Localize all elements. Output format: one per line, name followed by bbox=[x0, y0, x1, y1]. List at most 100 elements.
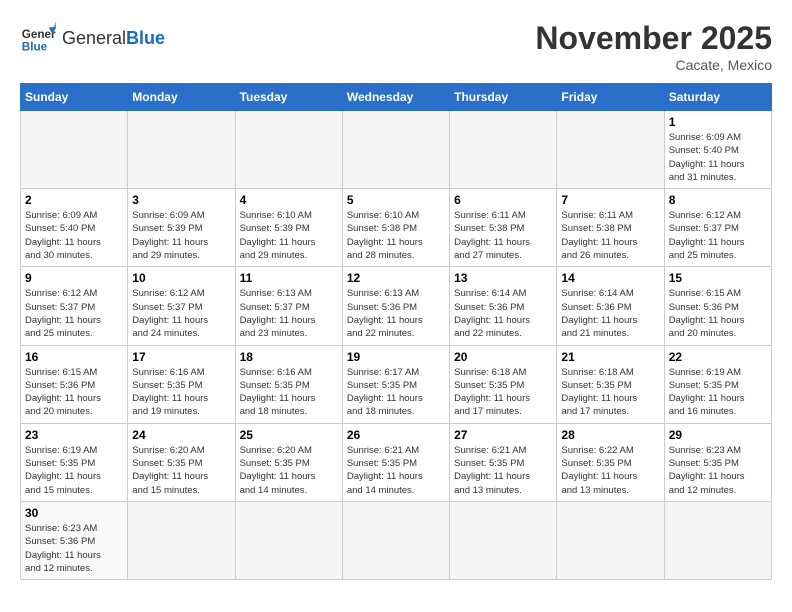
calendar-cell: 12 Sunrise: 6:13 AM Sunset: 5:36 PM Dayli… bbox=[342, 267, 449, 345]
day-info: Sunrise: 6:20 AM Sunset: 5:35 PM Dayligh… bbox=[132, 444, 230, 497]
day-info: Sunrise: 6:14 AM Sunset: 5:36 PM Dayligh… bbox=[561, 287, 659, 340]
day-info: Sunrise: 6:10 AM Sunset: 5:39 PM Dayligh… bbox=[240, 209, 338, 262]
day-number: 30 bbox=[25, 506, 123, 520]
day-number: 1 bbox=[669, 115, 767, 129]
day-info: Sunrise: 6:14 AM Sunset: 5:36 PM Dayligh… bbox=[454, 287, 552, 340]
calendar-cell: 23 Sunrise: 6:19 AM Sunset: 5:35 PM Dayli… bbox=[21, 423, 128, 501]
day-info: Sunrise: 6:12 AM Sunset: 5:37 PM Dayligh… bbox=[669, 209, 767, 262]
calendar-cell bbox=[557, 111, 664, 189]
svg-text:Blue: Blue bbox=[22, 41, 48, 54]
day-number: 21 bbox=[561, 350, 659, 364]
calendar-cell: 19 Sunrise: 6:17 AM Sunset: 5:35 PM Dayli… bbox=[342, 345, 449, 423]
calendar-cell: 2 Sunrise: 6:09 AM Sunset: 5:40 PM Daylig… bbox=[21, 189, 128, 267]
calendar-cell bbox=[450, 111, 557, 189]
day-number: 20 bbox=[454, 350, 552, 364]
day-info: Sunrise: 6:13 AM Sunset: 5:36 PM Dayligh… bbox=[347, 287, 445, 340]
calendar-cell bbox=[342, 501, 449, 579]
day-number: 12 bbox=[347, 271, 445, 285]
calendar-week-row: 1 Sunrise: 6:09 AM Sunset: 5:40 PM Daylig… bbox=[21, 111, 772, 189]
page-header: General Blue GeneralBlue November 2025 C… bbox=[20, 20, 772, 73]
day-info: Sunrise: 6:19 AM Sunset: 5:35 PM Dayligh… bbox=[669, 366, 767, 419]
calendar-cell bbox=[128, 111, 235, 189]
calendar-cell: 18 Sunrise: 6:16 AM Sunset: 5:35 PM Dayli… bbox=[235, 345, 342, 423]
calendar-cell: 9 Sunrise: 6:12 AM Sunset: 5:37 PM Daylig… bbox=[21, 267, 128, 345]
day-info: Sunrise: 6:09 AM Sunset: 5:40 PM Dayligh… bbox=[25, 209, 123, 262]
column-header-monday: Monday bbox=[128, 84, 235, 111]
calendar-cell bbox=[450, 501, 557, 579]
day-info: Sunrise: 6:12 AM Sunset: 5:37 PM Dayligh… bbox=[132, 287, 230, 340]
day-number: 24 bbox=[132, 428, 230, 442]
calendar-cell: 13 Sunrise: 6:14 AM Sunset: 5:36 PM Dayli… bbox=[450, 267, 557, 345]
calendar-week-row: 9 Sunrise: 6:12 AM Sunset: 5:37 PM Daylig… bbox=[21, 267, 772, 345]
day-info: Sunrise: 6:11 AM Sunset: 5:38 PM Dayligh… bbox=[454, 209, 552, 262]
day-number: 29 bbox=[669, 428, 767, 442]
day-info: Sunrise: 6:21 AM Sunset: 5:35 PM Dayligh… bbox=[347, 444, 445, 497]
day-info: Sunrise: 6:11 AM Sunset: 5:38 PM Dayligh… bbox=[561, 209, 659, 262]
calendar-cell: 26 Sunrise: 6:21 AM Sunset: 5:35 PM Dayli… bbox=[342, 423, 449, 501]
day-info: Sunrise: 6:09 AM Sunset: 5:40 PM Dayligh… bbox=[669, 131, 767, 184]
day-number: 19 bbox=[347, 350, 445, 364]
calendar-cell: 1 Sunrise: 6:09 AM Sunset: 5:40 PM Daylig… bbox=[664, 111, 771, 189]
day-info: Sunrise: 6:18 AM Sunset: 5:35 PM Dayligh… bbox=[561, 366, 659, 419]
calendar-cell: 8Sunrise: 6:12 AM Sunset: 5:37 PM Daylig… bbox=[664, 189, 771, 267]
column-header-thursday: Thursday bbox=[450, 84, 557, 111]
day-number: 13 bbox=[454, 271, 552, 285]
calendar-cell bbox=[235, 501, 342, 579]
day-info: Sunrise: 6:17 AM Sunset: 5:35 PM Dayligh… bbox=[347, 366, 445, 419]
day-number: 25 bbox=[240, 428, 338, 442]
calendar-cell bbox=[21, 111, 128, 189]
day-info: Sunrise: 6:15 AM Sunset: 5:36 PM Dayligh… bbox=[669, 287, 767, 340]
calendar-cell: 16Sunrise: 6:15 AM Sunset: 5:36 PM Dayli… bbox=[21, 345, 128, 423]
logo: General Blue GeneralBlue bbox=[20, 20, 165, 56]
calendar-cell: 7 Sunrise: 6:11 AM Sunset: 5:38 PM Daylig… bbox=[557, 189, 664, 267]
day-info: Sunrise: 6:19 AM Sunset: 5:35 PM Dayligh… bbox=[25, 444, 123, 497]
day-info: Sunrise: 6:21 AM Sunset: 5:35 PM Dayligh… bbox=[454, 444, 552, 497]
calendar-cell bbox=[664, 501, 771, 579]
day-info: Sunrise: 6:16 AM Sunset: 5:35 PM Dayligh… bbox=[132, 366, 230, 419]
column-header-saturday: Saturday bbox=[664, 84, 771, 111]
day-number: 9 bbox=[25, 271, 123, 285]
calendar-cell: 22 Sunrise: 6:19 AM Sunset: 5:35 PM Dayli… bbox=[664, 345, 771, 423]
day-info: Sunrise: 6:15 AM Sunset: 5:36 PM Dayligh… bbox=[25, 366, 123, 419]
day-number: 18 bbox=[240, 350, 338, 364]
calendar-cell: 5Sunrise: 6:10 AM Sunset: 5:38 PM Daylig… bbox=[342, 189, 449, 267]
day-number: 7 bbox=[561, 193, 659, 207]
day-number: 17 bbox=[132, 350, 230, 364]
column-header-sunday: Sunday bbox=[21, 84, 128, 111]
calendar-cell: 11 Sunrise: 6:13 AM Sunset: 5:37 PM Dayli… bbox=[235, 267, 342, 345]
day-number: 11 bbox=[240, 271, 338, 285]
column-header-friday: Friday bbox=[557, 84, 664, 111]
day-number: 14 bbox=[561, 271, 659, 285]
day-number: 15 bbox=[669, 271, 767, 285]
calendar-cell: 15 Sunrise: 6:15 AM Sunset: 5:36 PM Dayli… bbox=[664, 267, 771, 345]
calendar-cell: 21 Sunrise: 6:18 AM Sunset: 5:35 PM Dayli… bbox=[557, 345, 664, 423]
day-number: 26 bbox=[347, 428, 445, 442]
day-number: 23 bbox=[25, 428, 123, 442]
calendar-cell: 27Sunrise: 6:21 AM Sunset: 5:35 PM Dayli… bbox=[450, 423, 557, 501]
calendar-cell bbox=[128, 501, 235, 579]
column-header-tuesday: Tuesday bbox=[235, 84, 342, 111]
calendar-cell: 20Sunrise: 6:18 AM Sunset: 5:35 PM Dayli… bbox=[450, 345, 557, 423]
day-number: 28 bbox=[561, 428, 659, 442]
day-number: 2 bbox=[25, 193, 123, 207]
day-info: Sunrise: 6:16 AM Sunset: 5:35 PM Dayligh… bbox=[240, 366, 338, 419]
day-number: 22 bbox=[669, 350, 767, 364]
calendar-cell: 6 Sunrise: 6:11 AM Sunset: 5:38 PM Daylig… bbox=[450, 189, 557, 267]
calendar-week-row: 2 Sunrise: 6:09 AM Sunset: 5:40 PM Daylig… bbox=[21, 189, 772, 267]
calendar-header-row: SundayMondayTuesdayWednesdayThursdayFrid… bbox=[21, 84, 772, 111]
day-number: 6 bbox=[454, 193, 552, 207]
calendar-cell: 25Sunrise: 6:20 AM Sunset: 5:35 PM Dayli… bbox=[235, 423, 342, 501]
calendar-cell bbox=[235, 111, 342, 189]
month-title: November 2025 bbox=[535, 20, 772, 57]
day-number: 3 bbox=[132, 193, 230, 207]
calendar-cell: 30Sunrise: 6:23 AM Sunset: 5:36 PM Dayli… bbox=[21, 501, 128, 579]
day-info: Sunrise: 6:22 AM Sunset: 5:35 PM Dayligh… bbox=[561, 444, 659, 497]
calendar-cell: 28 Sunrise: 6:22 AM Sunset: 5:35 PM Dayli… bbox=[557, 423, 664, 501]
calendar-cell: 17 Sunrise: 6:16 AM Sunset: 5:35 PM Dayli… bbox=[128, 345, 235, 423]
column-header-wednesday: Wednesday bbox=[342, 84, 449, 111]
location: Cacate, Mexico bbox=[535, 57, 772, 73]
day-info: Sunrise: 6:12 AM Sunset: 5:37 PM Dayligh… bbox=[25, 287, 123, 340]
day-number: 4 bbox=[240, 193, 338, 207]
day-info: Sunrise: 6:10 AM Sunset: 5:38 PM Dayligh… bbox=[347, 209, 445, 262]
day-info: Sunrise: 6:13 AM Sunset: 5:37 PM Dayligh… bbox=[240, 287, 338, 340]
